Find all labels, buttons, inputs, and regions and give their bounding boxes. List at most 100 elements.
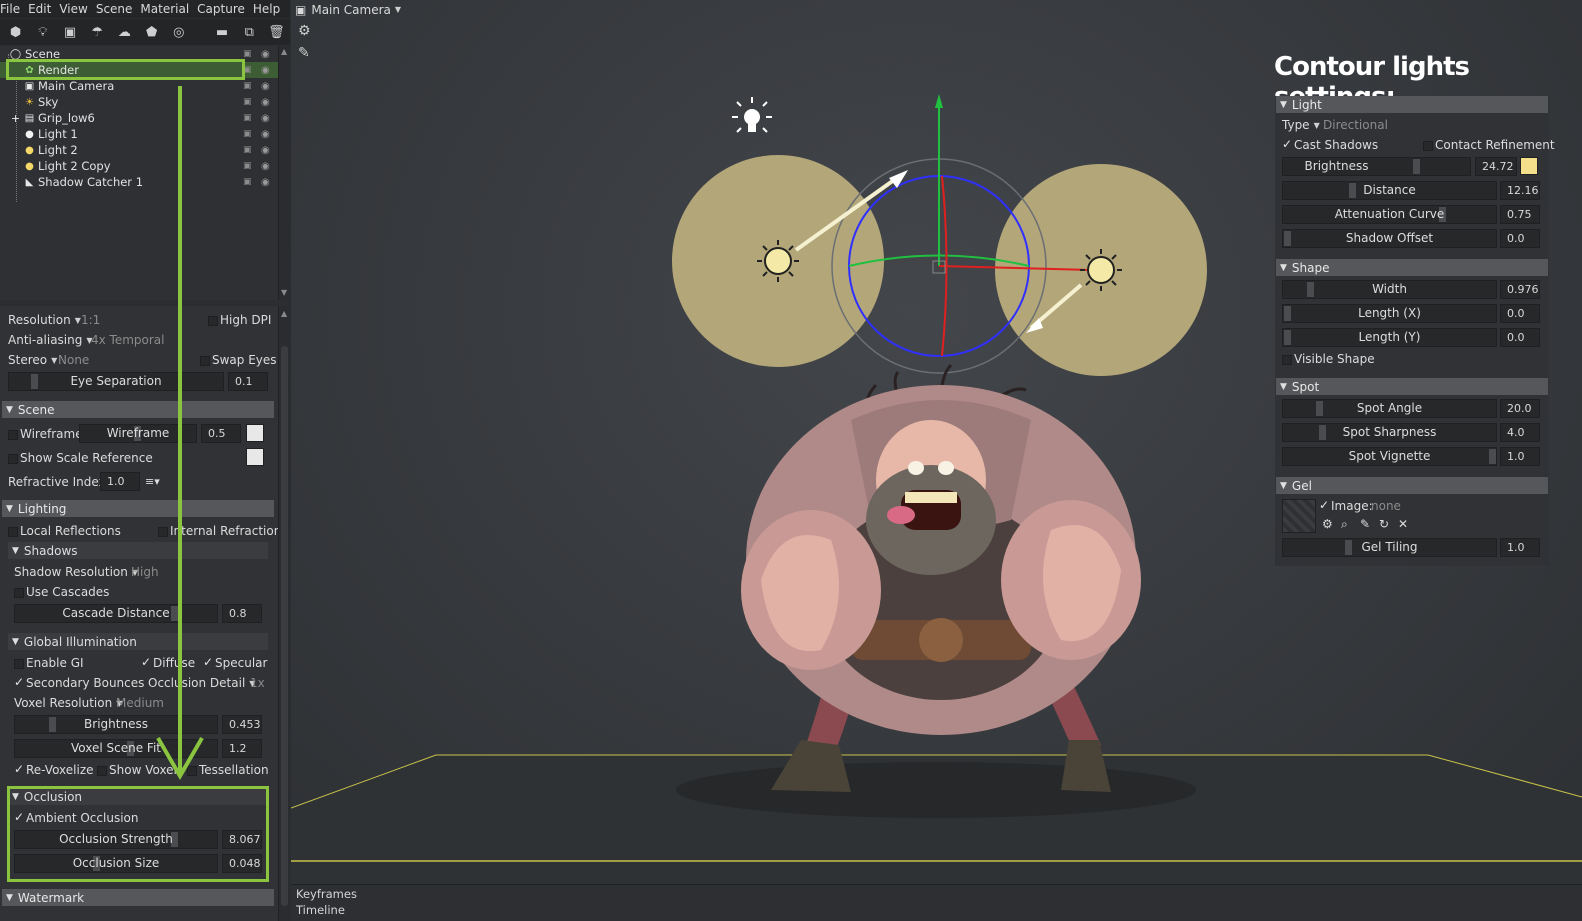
spot-sharpness-slider[interactable]: Spot Sharpness — [1282, 423, 1497, 442]
eye-icon[interactable]: ◉ — [261, 65, 270, 76]
scroll-up-icon[interactable]: ▲ — [281, 309, 287, 318]
gel-tiling-slider[interactable]: Gel Tiling — [1282, 538, 1497, 557]
camera-selector[interactable]: ▣ Main Camera ▼ — [295, 1, 405, 19]
light-section-header[interactable]: ▼ Light — [1276, 96, 1548, 113]
menu-file[interactable]: File — [0, 2, 28, 16]
lock-icon[interactable]: ▣ — [243, 97, 252, 107]
attenuation-value[interactable]: 0.75 — [1500, 205, 1540, 224]
tree-row-sky[interactable]: ☀ Sky ▣ ◉ — [0, 94, 278, 110]
list-menu-icon[interactable]: ≡▾ — [145, 475, 160, 488]
gi-brightness-value[interactable]: 0.453 — [222, 715, 262, 734]
folder-icon[interactable]: ▬ — [208, 21, 235, 43]
antialiasing-dropdown[interactable]: 4x Temporal — [91, 333, 165, 347]
spot-angle-value[interactable]: 20.0 — [1500, 399, 1540, 418]
wireframe-value[interactable]: 0.5 — [201, 424, 241, 443]
gel-image-thumbnail[interactable] — [1282, 499, 1316, 533]
lock-icon[interactable]: ▣ — [243, 113, 252, 123]
secondary-bounces-checkbox[interactable]: ✓ — [14, 675, 24, 689]
cloud-icon[interactable]: ☁︎ — [111, 21, 138, 43]
shape-section-header[interactable]: ▼ Shape — [1276, 259, 1548, 276]
use-cascades-checkbox[interactable] — [14, 588, 24, 598]
scale-reference-color-swatch[interactable] — [246, 448, 264, 466]
length-x-slider[interactable]: Length (X) — [1282, 304, 1497, 323]
search-icon[interactable]: ⌕ — [1341, 517, 1348, 532]
contact-refinement-checkbox[interactable] — [1423, 141, 1433, 151]
voxel-scene-fit-slider[interactable]: Voxel Scene Fit — [14, 739, 218, 758]
shadow-resolution-dropdown[interactable]: High — [131, 565, 159, 579]
spiral-icon[interactable]: ◎ — [165, 21, 192, 43]
gel-section-header[interactable]: ▼ Gel — [1276, 477, 1548, 494]
tree-row-grip[interactable]: + ▤ Grip_low6 ▣ ◉ — [0, 110, 278, 126]
eye-icon[interactable]: ◉ — [261, 177, 270, 188]
cascade-distance-value[interactable]: 0.8 — [222, 604, 262, 623]
light-brightness-value[interactable]: 24.72 — [1475, 157, 1517, 176]
light-color-swatch[interactable] — [1520, 157, 1538, 175]
attenuation-slider[interactable]: Attenuation Curve — [1282, 205, 1497, 224]
expand-icon[interactable]: + — [9, 112, 22, 125]
distance-value[interactable]: 12.16 — [1500, 181, 1540, 200]
eye-icon[interactable]: ◉ — [261, 129, 270, 140]
voxel-scene-fit-value[interactable]: 1.2 — [222, 739, 262, 758]
menu-material[interactable]: Material — [140, 2, 197, 16]
properties-scrollbar[interactable]: ▲ — [278, 306, 290, 921]
gi-subsection-header[interactable]: ▼ Global Illumination — [8, 633, 268, 650]
trash-icon[interactable]: 🗑︎ — [263, 21, 290, 43]
spot-section-header[interactable]: ▼ Spot — [1276, 378, 1548, 395]
eye-icon[interactable]: ◉ — [261, 49, 270, 60]
settings-gear-icon[interactable]: ⚙ — [1322, 517, 1333, 531]
eye-icon[interactable]: ◉ — [261, 97, 270, 108]
occlusion-detail-dropdown[interactable]: 1x — [250, 676, 265, 690]
tessellation-checkbox[interactable] — [187, 766, 197, 776]
eye-icon[interactable]: ◉ — [261, 81, 270, 92]
diffuse-checkbox[interactable]: ✓ — [141, 655, 151, 669]
width-value[interactable]: 0.976 — [1500, 280, 1540, 299]
eye-icon[interactable]: ◉ — [261, 161, 270, 172]
shadow-offset-slider[interactable]: Shadow Offset — [1282, 229, 1497, 248]
shadow-catcher-icon[interactable]: ⬟ — [138, 21, 165, 43]
sky-icon[interactable]: ☂︎ — [84, 21, 111, 43]
light-bulb-icon[interactable]: 💡︎ — [29, 21, 56, 43]
length-y-slider[interactable]: Length (Y) — [1282, 328, 1497, 347]
refractive-index-value[interactable]: 1.0 — [100, 472, 140, 491]
lock-icon[interactable]: ▣ — [243, 145, 252, 155]
eye-icon[interactable]: ◉ — [261, 145, 270, 156]
settings-gear-icon[interactable]: ⚙ — [298, 23, 311, 39]
pencil-icon[interactable]: ✎ — [1360, 517, 1370, 531]
eye-separation-slider[interactable]: Eye Separation — [8, 372, 224, 391]
cascade-distance-slider[interactable]: Cascade Distance — [14, 604, 218, 623]
resolution-dropdown[interactable]: 1:1 — [81, 313, 100, 327]
watermark-section-header[interactable]: ▼ Watermark — [2, 889, 274, 906]
duplicate-icon[interactable]: ⧉ — [236, 21, 263, 43]
lock-icon[interactable]: ▣ — [243, 81, 252, 91]
swap-eyes-checkbox[interactable] — [200, 356, 210, 366]
menu-view[interactable]: View — [59, 2, 95, 16]
scene-section-header[interactable]: ▼ Scene — [2, 401, 274, 418]
length-x-value[interactable]: 0.0 — [1500, 304, 1540, 323]
eye-icon[interactable]: ◉ — [261, 113, 270, 124]
internal-refraction-checkbox[interactable] — [158, 527, 168, 537]
show-voxels-checkbox[interactable] — [97, 766, 107, 776]
enable-gi-checkbox[interactable] — [14, 659, 24, 669]
distance-slider[interactable]: Distance — [1282, 181, 1497, 200]
close-icon[interactable]: ✕ — [1398, 517, 1408, 531]
refresh-icon[interactable]: ↻ — [1379, 517, 1389, 531]
wireframe-color-swatch[interactable] — [246, 424, 264, 442]
lock-icon[interactable]: ▣ — [243, 161, 252, 171]
cube-icon[interactable]: ⬢ — [2, 21, 29, 43]
tree-row-light-1[interactable]: ● Light 1 ▣ ◉ — [0, 126, 278, 142]
spot-vignette-slider[interactable]: Spot Vignette — [1282, 447, 1497, 466]
brush-icon[interactable]: ✎ — [298, 45, 311, 61]
menu-scene[interactable]: Scene — [96, 2, 141, 16]
tree-row-light-2[interactable]: ● Light 2 ▣ ◉ — [0, 142, 278, 158]
keyframes-tab[interactable]: Keyframes — [296, 887, 357, 901]
menu-capture[interactable]: Capture — [197, 2, 253, 16]
light-type-dropdown[interactable]: Directional — [1323, 118, 1388, 132]
length-y-value[interactable]: 0.0 — [1500, 328, 1540, 347]
lock-icon[interactable]: ▣ — [243, 129, 252, 139]
lighting-section-header[interactable]: ▼ Lighting — [2, 500, 274, 517]
revoxelize-checkbox[interactable]: ✓ — [14, 762, 24, 776]
gel-tiling-value[interactable]: 1.0 — [1500, 538, 1540, 557]
gel-image-checkbox[interactable]: ✓ — [1319, 498, 1329, 512]
scroll-up-icon[interactable]: ▲ — [281, 47, 287, 56]
tree-row-main-camera[interactable]: ▣ Main Camera ▣ ◉ — [0, 78, 278, 94]
